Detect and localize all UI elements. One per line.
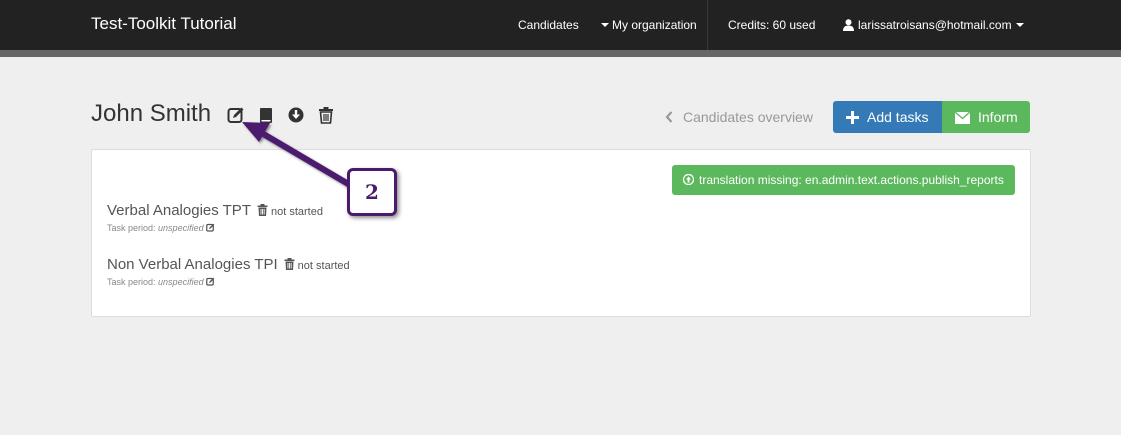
annotation-callout: 2: [347, 168, 397, 216]
task-item: Non Verbal Analogies TPI not started: [107, 256, 350, 273]
nav-candidates[interactable]: Candidates: [518, 18, 579, 32]
nav-user-dropdown[interactable]: larissatroisans@hotmail.com: [843, 18, 1024, 32]
task-period-label: Task period:: [107, 223, 156, 233]
user-icon: [843, 19, 854, 31]
task-period-value: unspecified: [158, 223, 204, 233]
upload-circle-icon: [683, 174, 694, 185]
candidates-overview-label: Candidates overview: [683, 109, 813, 125]
download-icon[interactable]: [287, 106, 305, 124]
trash-icon[interactable]: [284, 258, 295, 270]
publish-reports-button[interactable]: translation missing: en.admin.text.actio…: [672, 165, 1015, 195]
book-icon[interactable]: [257, 106, 275, 124]
user-email: larissatroisans@hotmail.com: [858, 18, 1012, 32]
edit-icon[interactable]: [205, 223, 215, 232]
nav-organization-label: My organization: [612, 18, 697, 32]
top-navbar: Test-Toolkit Tutorial Candidates My orga…: [0, 0, 1121, 50]
brand-title[interactable]: Test-Toolkit Tutorial: [91, 14, 237, 34]
task-status: not started: [297, 260, 350, 272]
nav-divider: [707, 0, 708, 50]
candidates-overview-link[interactable]: Candidates overview: [665, 109, 813, 125]
task-item: Verbal Analogies TPT not started: [107, 202, 323, 219]
task-period: Task period: unspecified: [107, 277, 215, 287]
chevron-left-icon: [665, 111, 673, 123]
publish-reports-label: translation missing: en.admin.text.actio…: [699, 173, 1004, 187]
nav-organization-dropdown[interactable]: My organization: [601, 18, 697, 32]
task-status: not started: [270, 206, 323, 218]
nav-credits: Credits: 60 used: [728, 18, 816, 32]
add-tasks-label: Add tasks: [867, 109, 929, 125]
caret-down-icon: [601, 22, 609, 27]
envelope-icon: [955, 112, 970, 124]
task-period-value: unspecified: [158, 277, 204, 287]
caret-down-icon: [1015, 22, 1024, 27]
edit-icon[interactable]: [205, 277, 215, 286]
navbar-strip: [0, 50, 1121, 57]
inform-label: Inform: [978, 109, 1018, 125]
task-period-label: Task period:: [107, 277, 156, 287]
inform-button[interactable]: Inform: [942, 101, 1030, 133]
trash-icon[interactable]: [257, 204, 268, 216]
edit-icon[interactable]: [227, 106, 245, 124]
page-title: John Smith: [91, 100, 212, 127]
trash-icon[interactable]: [317, 106, 335, 124]
task-name: Non Verbal Analogies TPI: [107, 256, 278, 273]
task-name: Verbal Analogies TPT: [107, 202, 251, 219]
task-period: Task period: unspecified: [107, 223, 215, 233]
add-tasks-button[interactable]: Add tasks: [833, 101, 942, 133]
plus-icon: [846, 111, 859, 124]
